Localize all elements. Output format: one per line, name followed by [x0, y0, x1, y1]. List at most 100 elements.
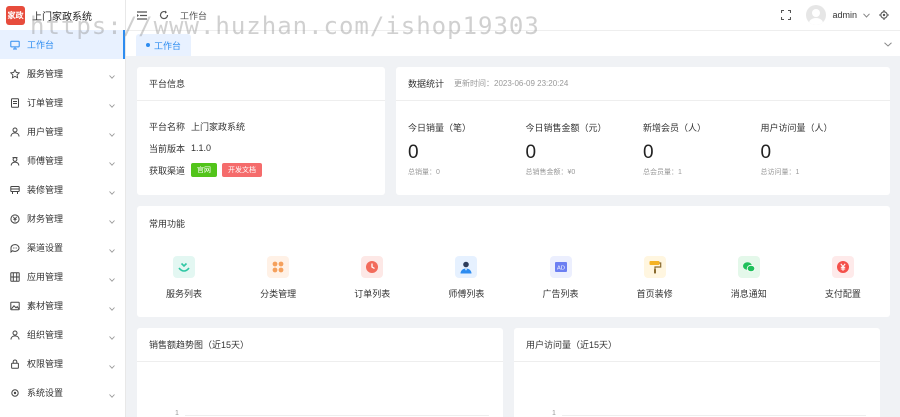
stat-item: 用户访问量（人） 0 总访问量：1 — [761, 121, 879, 177]
y-tick-label: 1 — [175, 410, 179, 417]
sidebar-item-label: 工作台 — [27, 40, 55, 50]
stat-total: 总销售金额：¥0 — [525, 169, 576, 176]
chevron-down-icon — [109, 245, 115, 253]
sidebar-item[interactable]: 组织管理 — [0, 320, 125, 349]
stats-card: 数据统计 更新时间：2023-06-09 23:20:24 今日销量（笔） 0 总销… — [396, 67, 890, 195]
user-icon — [10, 127, 20, 137]
org-icon — [10, 330, 20, 340]
chevron-down-icon[interactable] — [860, 9, 872, 21]
function-label: 支付配置 — [824, 289, 861, 299]
card-title: 销售额趋势图（近15天） — [137, 328, 503, 362]
function-shortcut[interactable]: 师傅列表 — [419, 256, 513, 300]
tab-label: 工作台 — [154, 40, 182, 51]
stat-item: 新增会员（人） 0 总会员量：1 — [643, 121, 761, 177]
tab-workbench[interactable]: 工作台 — [136, 34, 192, 56]
sales-trend-card: 销售额趋势图（近15天） 1 — [137, 328, 503, 417]
function-shortcut[interactable]: 支付配置 — [796, 256, 890, 300]
sidebar-item-label: 服务管理 — [27, 69, 64, 79]
menu-fold-icon[interactable] — [136, 9, 148, 21]
chat-icon — [737, 256, 760, 278]
service-list-icon — [173, 256, 196, 278]
sidebar-item-label: 权限管理 — [27, 359, 64, 369]
stat-total: 总访问量：1 — [760, 169, 800, 176]
sidebar-item-label: 订单管理 — [27, 98, 64, 108]
function-shortcut[interactable]: 服务列表 — [137, 256, 231, 300]
function-shortcut[interactable]: 订单列表 — [325, 256, 419, 300]
fullscreen-icon[interactable] — [780, 9, 792, 21]
brand[interactable]: 家政 上门家政系统 — [0, 0, 125, 30]
sidebar-item[interactable]: 渠道设置 — [0, 233, 125, 262]
dev-docs-button[interactable]: 开发文档 — [222, 163, 262, 177]
sidebar-item[interactable]: 系统设置 — [0, 378, 125, 407]
chevron-down-icon — [109, 332, 115, 340]
sidebar-item-label: 渠道设置 — [27, 243, 64, 253]
sidebar-item[interactable]: 服务管理 — [0, 59, 125, 88]
sidebar-item-label: 系统设置 — [27, 388, 64, 398]
platform-info-card: 平台信息 平台名称 上门家政系统 当前版本 1.1.0 获取渠道 官网 开发文档 — [137, 67, 385, 195]
function-label: 师傅列表 — [448, 289, 485, 299]
info-key: 平台名称 — [149, 121, 186, 132]
chevron-down-icon — [109, 390, 115, 398]
function-label: 分类管理 — [260, 289, 297, 299]
chevron-down-icon — [109, 71, 115, 79]
info-key: 当前版本 — [149, 143, 186, 154]
info-value: 上门家政系统 — [191, 121, 246, 132]
chevron-down-icon — [109, 187, 115, 195]
chevron-down-icon[interactable] — [884, 39, 892, 49]
stat-item: 今日销售金额（元） 0 总销售金额：¥0 — [526, 121, 644, 177]
sidebar-item[interactable]: 工作台 — [0, 30, 125, 59]
person-icon — [455, 256, 478, 278]
refresh-icon[interactable] — [158, 9, 170, 21]
username[interactable]: admin — [832, 10, 857, 20]
function-shortcut[interactable]: 分类管理 — [231, 256, 325, 300]
function-shortcut[interactable]: 消息通知 — [702, 256, 796, 300]
gear-icon[interactable] — [878, 9, 890, 21]
avatar[interactable] — [806, 5, 827, 25]
brand-logo: 家政 — [6, 5, 25, 25]
y-tick-label: 1 — [552, 410, 556, 417]
tabs-bar: 工作台 — [126, 31, 900, 56]
chevron-down-icon — [109, 274, 115, 282]
monitor-icon — [10, 40, 20, 50]
sidebar-item-label: 素材管理 — [27, 301, 64, 311]
lock-icon — [10, 359, 20, 369]
gridline — [562, 415, 866, 416]
function-label: 广告列表 — [542, 289, 579, 299]
clock-icon — [361, 256, 384, 278]
chevron-down-icon — [109, 129, 115, 137]
brand-name: 上门家政系统 — [32, 11, 92, 23]
card-title: 常用功能 — [149, 218, 186, 229]
svg-text:AD: AD — [557, 266, 565, 272]
chevron-down-icon — [109, 361, 115, 369]
functions-card: 常用功能 服务列表 分类管理 订单列表 师傅列表 AD 广告列表 首页装修 消息通知 支付配置 — [137, 206, 890, 317]
breadcrumb[interactable]: 工作台 — [180, 9, 207, 22]
website-button[interactable]: 官网 — [191, 163, 217, 177]
info-row-version: 当前版本 1.1.0 — [137, 137, 385, 159]
card-title: 数据统计 — [408, 79, 445, 89]
function-label: 订单列表 — [354, 289, 391, 299]
sidebar-item[interactable]: 师傅管理 — [0, 146, 125, 175]
sidebar-item[interactable]: 素材管理 — [0, 291, 125, 320]
function-shortcut[interactable]: AD 广告列表 — [514, 256, 608, 300]
paint-roller-icon — [643, 256, 666, 278]
card-title: 用户访问量（近15天） — [514, 328, 880, 362]
info-value: 1.1.0 — [191, 143, 212, 153]
sidebar-item-label: 组织管理 — [27, 330, 64, 340]
stat-total: 总会员量：1 — [643, 169, 682, 176]
star-icon — [10, 68, 20, 79]
chevron-down-icon — [109, 216, 115, 224]
sidebar-item[interactable]: 应用管理 — [0, 262, 125, 291]
stat-value: 0 — [643, 142, 654, 163]
sidebar-item[interactable]: 用户管理 — [0, 117, 125, 146]
sidebar-item[interactable]: 开发工具 — [0, 407, 125, 417]
function-shortcut[interactable]: 首页装修 — [608, 256, 702, 300]
info-row-name: 平台名称 上门家政系统 — [137, 115, 385, 137]
sidebar-item[interactable]: 订单管理 — [0, 88, 125, 117]
stat-label: 用户访问量（人） — [760, 123, 833, 133]
update-time: 更新时间：2023-06-09 23:20:24 — [454, 79, 569, 88]
sidebar-item[interactable]: 装修管理 — [0, 175, 125, 204]
sidebar-item[interactable]: 财务管理 — [0, 204, 125, 233]
sidebar-item[interactable]: 权限管理 — [0, 349, 125, 378]
decor-icon — [10, 185, 20, 195]
tab-dot-icon — [146, 43, 150, 47]
